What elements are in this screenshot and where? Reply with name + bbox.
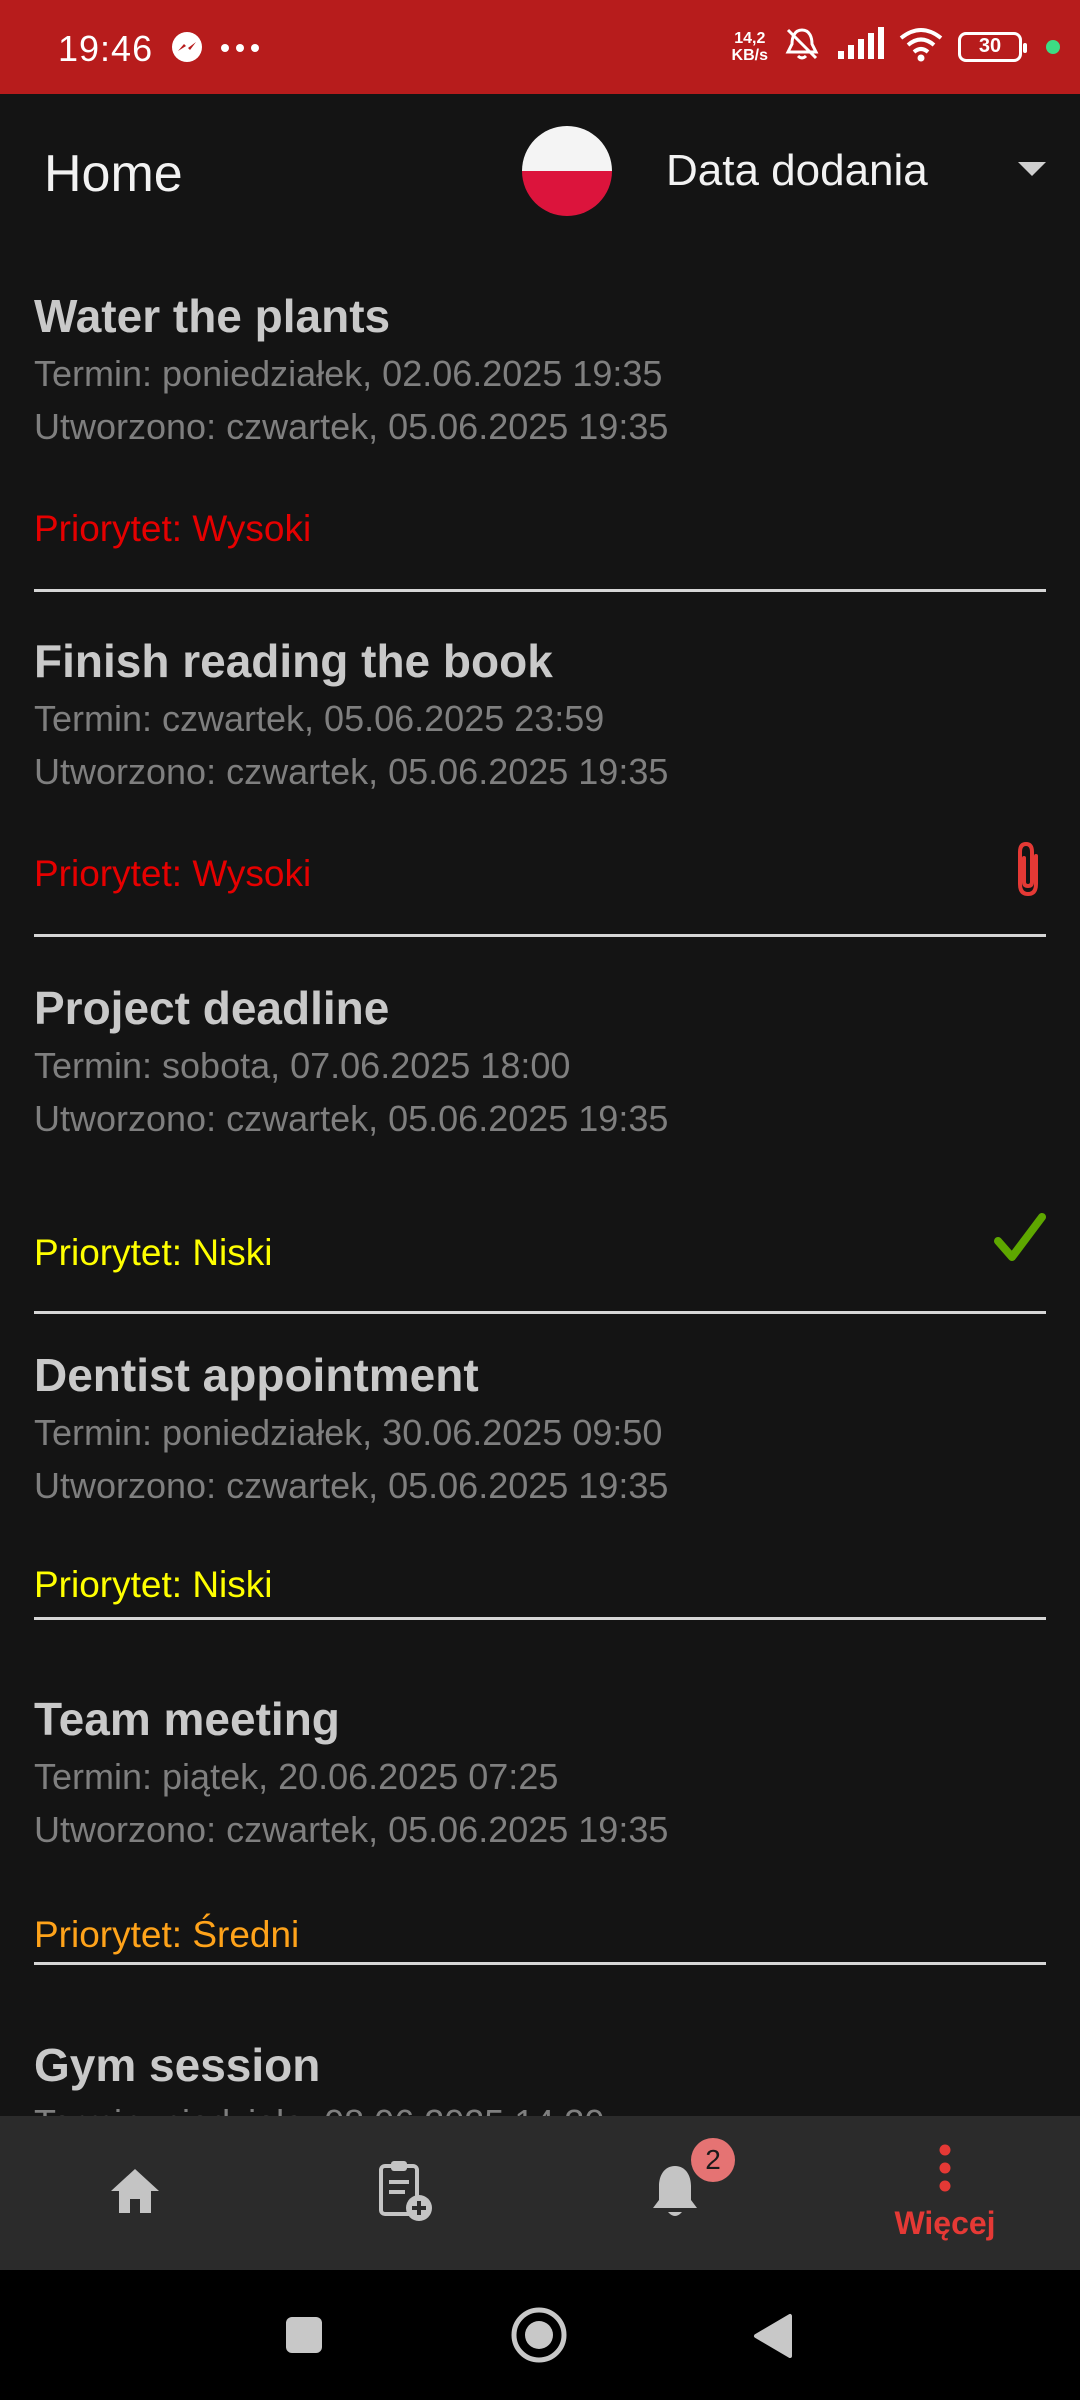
task-item[interactable]: Gym session Termin: niedziela, 08.06.202… bbox=[34, 2038, 1046, 2116]
screen: 19:46 14,2 KB/s 30 Home Data dodania Wat… bbox=[0, 0, 1080, 2400]
nav-add-task[interactable] bbox=[270, 2116, 540, 2270]
task-created: Utworzono: czwartek, 05.06.2025 19:35 bbox=[34, 1465, 669, 1506]
task-created: Utworzono: czwartek, 05.06.2025 19:35 bbox=[34, 751, 669, 792]
paperclip-icon[interactable] bbox=[1010, 840, 1046, 905]
home-icon bbox=[107, 2165, 163, 2222]
status-time: 19:46 bbox=[58, 28, 154, 69]
task-created: Utworzono: czwartek, 05.06.2025 19:35 bbox=[34, 1809, 669, 1850]
battery-level: 30 bbox=[978, 35, 1002, 57]
page-title: Home bbox=[44, 145, 183, 203]
task-item[interactable]: Project deadline Termin: sobota, 07.06.2… bbox=[34, 981, 1046, 1321]
task-title: Gym session bbox=[34, 2039, 321, 2091]
recents-square-icon[interactable] bbox=[284, 2315, 324, 2360]
chevron-down-icon bbox=[1018, 162, 1046, 176]
wifi-icon bbox=[898, 26, 944, 67]
signal-icon bbox=[836, 27, 884, 66]
task-title: Water the plants bbox=[34, 290, 391, 342]
home-circle-icon[interactable] bbox=[510, 2306, 568, 2369]
nav-more[interactable]: Więcej bbox=[810, 2116, 1080, 2270]
bottom-navigation: 2 Więcej bbox=[0, 2116, 1080, 2270]
nav-more-label: Więcej bbox=[894, 2205, 996, 2241]
app-header: Home Data dodania bbox=[0, 94, 1080, 254]
task-divider bbox=[34, 934, 1046, 937]
task-divider bbox=[34, 1962, 1046, 1965]
network-speed-unit: KB/s bbox=[731, 46, 768, 64]
network-speed: 14,2 KB/s bbox=[732, 30, 768, 64]
nav-notifications[interactable]: 2 bbox=[540, 2116, 810, 2270]
task-title: Dentist appointment bbox=[34, 1349, 479, 1401]
task-title: Finish reading the book bbox=[34, 635, 553, 687]
task-divider bbox=[34, 1617, 1046, 1620]
mute-icon bbox=[782, 24, 822, 69]
battery-indicator: 30 bbox=[958, 31, 1027, 62]
task-created: Utworzono: czwartek, 05.06.2025 19:35 bbox=[34, 406, 669, 447]
task-due: Termin: piątek, 20.06.2025 07:25 bbox=[34, 1756, 559, 1797]
task-priority: Priorytet: Niski bbox=[34, 1564, 273, 1605]
task-created: Utworzono: czwartek, 05.06.2025 19:35 bbox=[34, 1098, 669, 1139]
system-navigation-bar bbox=[0, 2270, 1080, 2400]
task-title: Team meeting bbox=[34, 1693, 340, 1745]
network-speed-value: 14,2 bbox=[734, 29, 766, 47]
back-triangle-icon[interactable] bbox=[752, 2312, 794, 2365]
task-priority: Priorytet: Niski bbox=[34, 1232, 273, 1273]
notification-badge: 2 bbox=[691, 2138, 735, 2182]
task-priority: Priorytet: Średni bbox=[34, 1914, 300, 1955]
messenger-icon bbox=[170, 30, 204, 69]
task-item[interactable]: Water the plants Termin: poniedziałek, 0… bbox=[34, 289, 1046, 600]
task-list[interactable]: Water the plants Termin: poniedziałek, 0… bbox=[0, 254, 1080, 2116]
task-item[interactable]: Team meeting Termin: piątek, 20.06.2025 … bbox=[34, 1692, 1046, 2003]
privacy-indicator-dot bbox=[1046, 39, 1060, 54]
sort-dropdown-value: Data dodania bbox=[666, 146, 928, 195]
checkmark-icon bbox=[994, 1211, 1046, 1268]
task-title: Project deadline bbox=[34, 982, 390, 1034]
task-due: Termin: czwartek, 05.06.2025 23:59 bbox=[34, 698, 605, 739]
task-priority: Priorytet: Wysoki bbox=[34, 508, 312, 549]
task-due: Termin: sobota, 07.06.2025 18:00 bbox=[34, 1045, 571, 1086]
nav-home[interactable] bbox=[0, 2116, 270, 2270]
task-due: Termin: niedziela, 08.06.2025 14:30 bbox=[34, 2096, 1046, 2116]
add-task-icon bbox=[375, 2158, 435, 2229]
task-divider bbox=[34, 1311, 1046, 1314]
status-right: 14,2 KB/s 30 bbox=[732, 24, 1060, 69]
task-due: Termin: poniedziałek, 30.06.2025 09:50 bbox=[34, 1412, 663, 1453]
sort-dropdown[interactable]: Data dodania bbox=[666, 146, 1046, 206]
status-left-icons bbox=[170, 30, 260, 69]
task-item[interactable]: Dentist appointment Termin: poniedziałek… bbox=[34, 1348, 1046, 1659]
more-vertical-icon bbox=[938, 2144, 952, 2197]
task-item[interactable]: Finish reading the book Termin: czwartek… bbox=[34, 634, 1046, 945]
task-priority: Priorytet: Wysoki bbox=[34, 853, 312, 894]
flag-pl-icon[interactable] bbox=[522, 126, 612, 216]
more-dots-icon bbox=[220, 41, 260, 59]
task-divider bbox=[34, 589, 1046, 592]
status-bar: 19:46 14,2 KB/s 30 bbox=[0, 0, 1080, 94]
task-due: Termin: poniedziałek, 02.06.2025 19:35 bbox=[34, 353, 663, 394]
